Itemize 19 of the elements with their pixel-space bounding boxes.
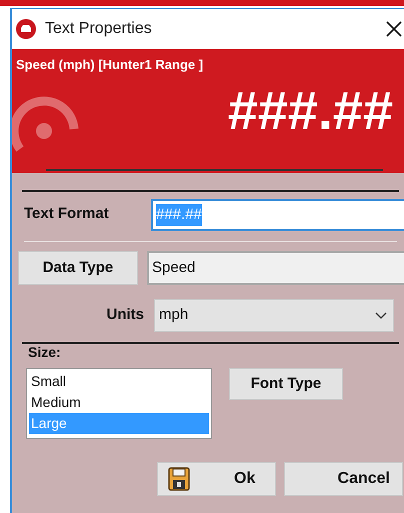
size-option[interactable]: Small [29,371,209,392]
chevron-down-icon [375,312,387,320]
car-icon [15,18,37,40]
units-dropdown[interactable]: mph [154,299,394,332]
data-type-button[interactable]: Data Type [18,251,138,285]
size-option[interactable]: Medium [29,392,209,413]
units-value: mph [159,305,190,326]
format-preview: ###.## [228,80,393,140]
text-format-label: Text Format [23,204,110,224]
ok-button[interactable]: Ok [157,462,276,496]
close-icon[interactable] [385,20,403,38]
data-type-field[interactable]: Speed [147,251,404,285]
window-title: Text Properties [45,19,152,39]
font-type-button[interactable]: Font Type [229,368,343,400]
size-label: Size: [27,344,62,360]
units-label: Units [106,305,145,326]
size-listbox[interactable]: Small Medium Large [26,368,212,439]
header-label: Speed (mph) [Hunter1 Range ] [15,56,204,74]
cancel-button[interactable]: Cancel [284,462,403,496]
